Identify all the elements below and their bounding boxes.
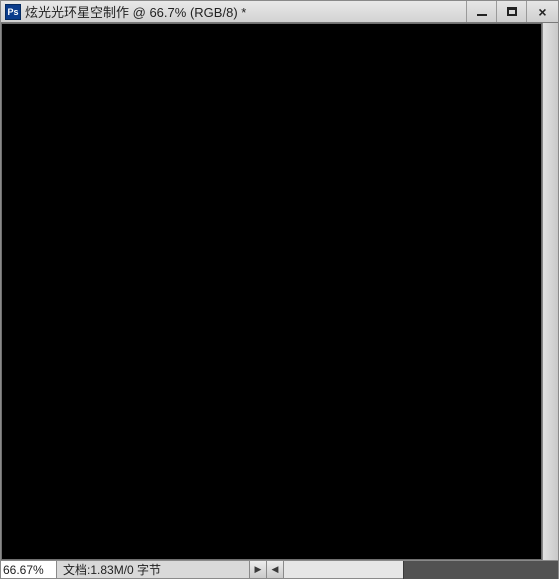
chevron-right-icon: ▶ [255,564,262,575]
canvas[interactable] [1,23,542,560]
title-at: @ [133,5,150,20]
info-panel [403,561,558,579]
title-zoom: 66.7% [149,5,186,20]
chevron-left-icon: ◀ [272,564,279,575]
canvas-area [1,23,558,560]
maximize-button[interactable] [496,1,526,22]
close-button[interactable]: × [526,1,558,22]
doc-size-label: 文档:1.83M/0 字节 [57,561,167,578]
status-menu-button[interactable]: ▶ [249,561,266,578]
vertical-scrollbar[interactable] [542,23,558,560]
window-title: 炫光光环星空制作 @ 66.7% (RGB/8) * [25,2,246,21]
title-color-mode: RGB/8 [194,5,233,20]
minimize-button[interactable] [466,1,496,22]
minimize-icon [477,14,487,16]
status-bar: 66.67% 文档:1.83M/0 字节 ▶ ◀ [1,560,558,578]
title-close-paren: ) [233,5,237,20]
document-name: 炫光光环星空制作 [25,5,129,20]
doc-label: 文档: [63,561,90,578]
horizontal-scrollbar[interactable] [283,561,403,578]
title-modified-marker: * [241,5,246,20]
close-icon: × [538,5,546,19]
doc-size: 1.83M/0 字节 [90,561,161,578]
app-icon: Ps [5,4,21,20]
status-spacer [167,561,249,578]
app-window: Ps 炫光光环星空制作 @ 66.7% (RGB/8) * × 66.67% 文… [0,0,559,579]
window-controls: × [466,1,558,22]
hscroll-left-button[interactable]: ◀ [266,561,283,578]
workspace: 66.67% 文档:1.83M/0 字节 ▶ ◀ [1,23,558,578]
maximize-icon [507,7,517,16]
titlebar[interactable]: Ps 炫光光环星空制作 @ 66.7% (RGB/8) * × [1,1,558,23]
zoom-input[interactable]: 66.67% [1,561,57,578]
